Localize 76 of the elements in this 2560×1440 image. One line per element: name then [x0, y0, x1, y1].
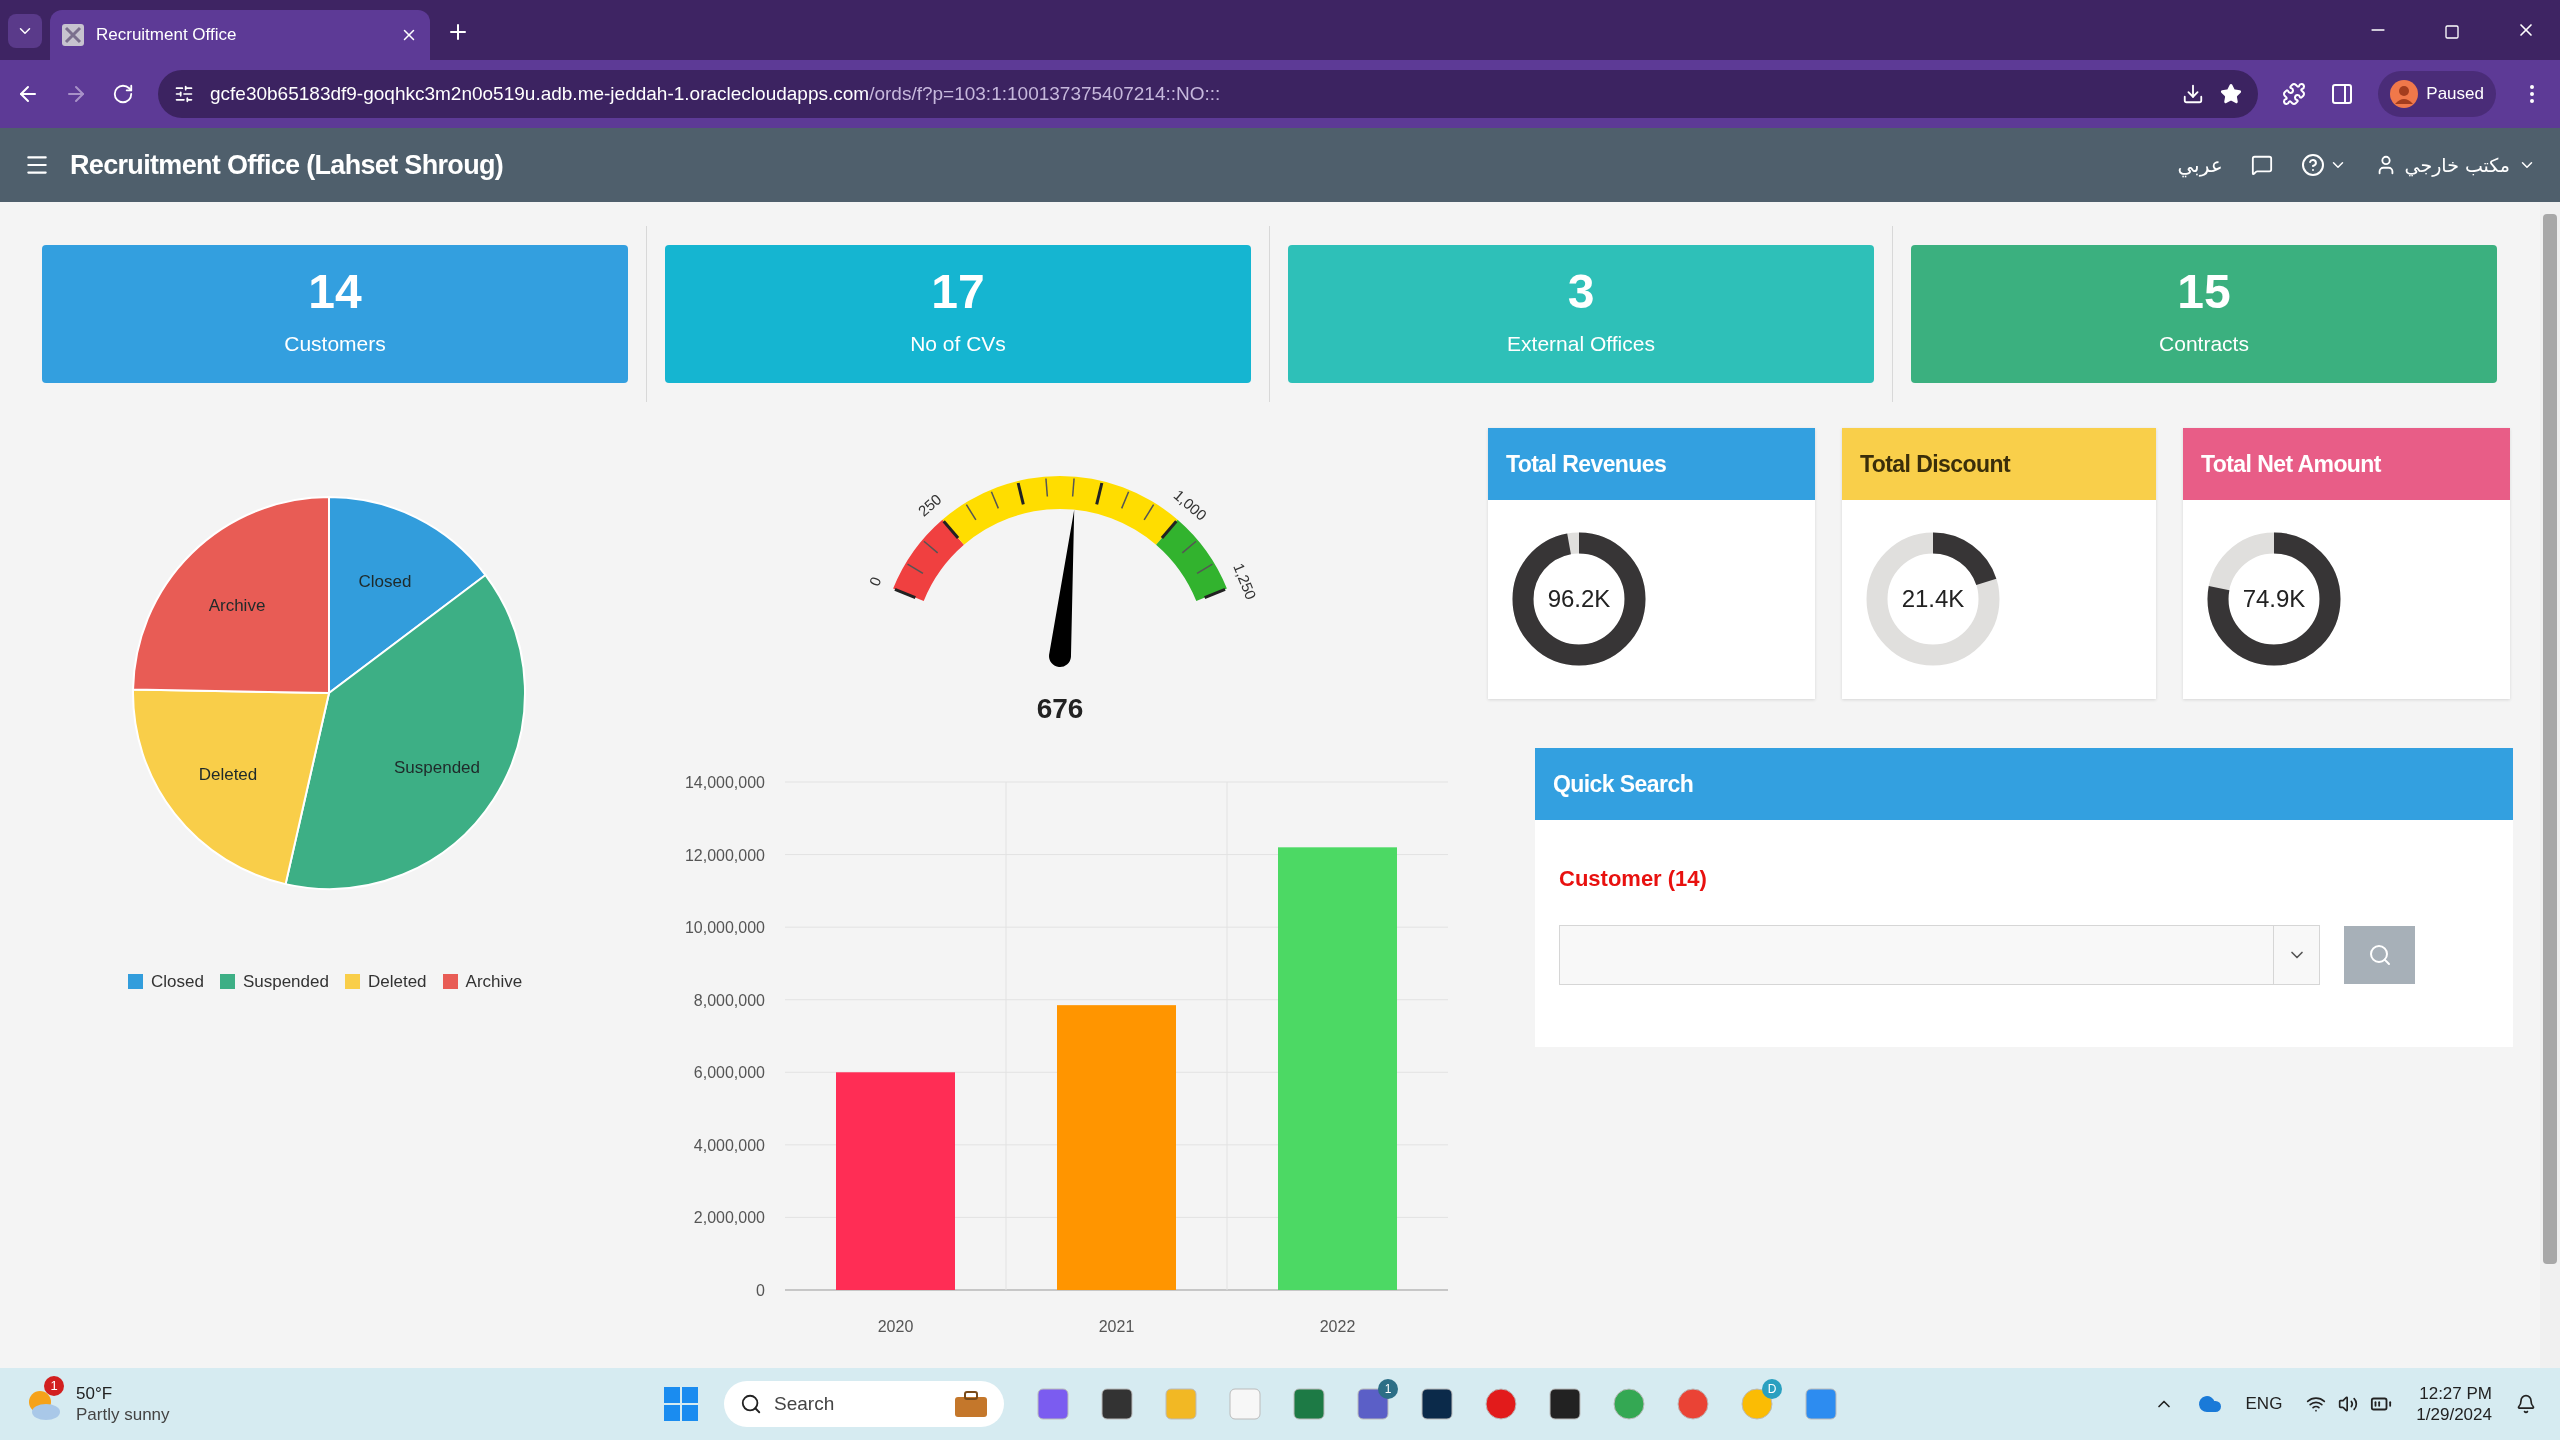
x-axis-label: 2020 — [877, 1318, 914, 1335]
stat-value: 17 — [931, 268, 985, 317]
app-title: Recruitment Office (Lahset Shroug) — [70, 148, 504, 182]
legend-label: Suspended — [242, 971, 329, 993]
profile-badge: D — [1762, 1379, 1782, 1399]
url-text: gcfe30b65183df9-goqhkc3m2n0o519u.adb.me-jeddah-1.oraclecloudapps.com/ords/f?p=103:1:100137375407214::NO::: — [210, 81, 1222, 106]
stat-value: 3 — [1567, 268, 1595, 317]
input-language[interactable]: ENG — [2245, 1391, 2283, 1417]
restore-icon[interactable] — [2444, 24, 2460, 40]
site-info-icon[interactable] — [174, 84, 194, 104]
clock-time[interactable]: 12:27 PM — [2419, 1382, 2492, 1404]
weather-condition: Partly sunny — [76, 1404, 170, 1426]
volume-icon[interactable] — [2338, 1394, 2359, 1414]
install-icon[interactable] — [2182, 83, 2205, 105]
slice-label: Deleted — [198, 765, 258, 784]
gauge-tick-label: 0 — [865, 574, 885, 589]
user-menu[interactable]: مكتب خارجي — [2374, 150, 2536, 180]
stat-value: 15 — [2177, 268, 2231, 317]
notification-badge: 1 — [44, 1376, 64, 1396]
address-bar[interactable]: gcfe30b65183df9-goqhkc3m2n0o519u.adb.me-jeddah-1.oraclecloudapps.com/ords/f?p=103:1:100137375407214::NO::: — [158, 70, 2259, 118]
y-axis-label: 8,000,000 — [693, 991, 765, 1009]
weather-temperature: 50°F — [76, 1382, 114, 1404]
start-icon[interactable] — [664, 1387, 698, 1421]
card-title: Total Net Amount — [2201, 449, 2381, 479]
y-axis-label: 6,000,000 — [693, 1064, 765, 1082]
field-label: Customer (14) — [1559, 865, 1708, 893]
donut-value: 21.4K — [1900, 584, 1966, 614]
notification-badge: 1 — [1378, 1379, 1398, 1399]
x-axis-label: 2022 — [1319, 1318, 1356, 1335]
y-axis-label: 2,000,000 — [693, 1209, 765, 1227]
y-axis-label: 10,000,000 — [684, 919, 765, 937]
legend-label: Archive — [465, 971, 523, 993]
browser-tab[interactable]: Recruitment Office — [50, 10, 430, 60]
language-link[interactable]: عربي — [2177, 150, 2223, 180]
bookmark-icon[interactable] — [2220, 83, 2243, 105]
site-icon — [62, 24, 84, 46]
card-title: Total Revenues — [1506, 449, 1667, 479]
clock-date[interactable]: 1/29/2024 — [2416, 1404, 2492, 1426]
slice-label: Archive — [208, 596, 266, 615]
search-icon — [2367, 943, 2392, 967]
search-icon — [740, 1393, 762, 1415]
y-axis-label: 12,000,000 — [684, 846, 765, 864]
profile-button[interactable]: Paused — [2378, 71, 2496, 117]
panel-title: Quick Search — [1553, 769, 1694, 799]
stat-value: 14 — [308, 268, 362, 317]
donut-value: 96.2K — [1546, 584, 1612, 614]
tab-title: Recruitment Office — [96, 24, 238, 47]
gauge-reading: 676 — [1036, 692, 1084, 726]
legend-label: Deleted — [367, 971, 427, 993]
gauge-tick-label: 1,250 — [1230, 560, 1260, 602]
legend-label: Closed — [151, 971, 204, 993]
wifi-icon[interactable] — [2306, 1394, 2327, 1414]
x-axis-label: 2021 — [1098, 1318, 1135, 1335]
stat-label: External Offices — [1507, 331, 1655, 358]
gauge-tick-label: 250 — [914, 490, 945, 520]
slice-label: Closed — [358, 572, 412, 591]
briefcase-icon — [954, 1390, 988, 1418]
side-panel-icon[interactable] — [2330, 82, 2355, 106]
tab-list-button[interactable] — [8, 14, 42, 48]
help-icon — [2300, 153, 2325, 177]
reload-icon[interactable] — [112, 83, 134, 105]
stat-label: No of CVs — [910, 331, 1006, 358]
stat-label: Customers — [284, 331, 386, 358]
y-axis-label: 14,000,000 — [684, 774, 765, 791]
donut-value: 74.9K — [2241, 584, 2307, 614]
card-title: Total Discount — [1860, 449, 2010, 479]
notifications-icon[interactable] — [2516, 1394, 2536, 1414]
slice-label: Suspended — [394, 758, 480, 777]
taskbar-search-field[interactable]: Search — [724, 1381, 1004, 1427]
avatar-icon — [2390, 80, 2419, 108]
y-axis-label: 4,000,000 — [693, 1136, 765, 1154]
scrollbar[interactable] — [2540, 202, 2560, 1368]
chat-icon[interactable] — [2250, 154, 2273, 176]
stat-label: Contracts — [2159, 331, 2249, 358]
extensions-icon[interactable] — [2282, 82, 2307, 106]
y-axis-label: 0 — [756, 1282, 765, 1299]
